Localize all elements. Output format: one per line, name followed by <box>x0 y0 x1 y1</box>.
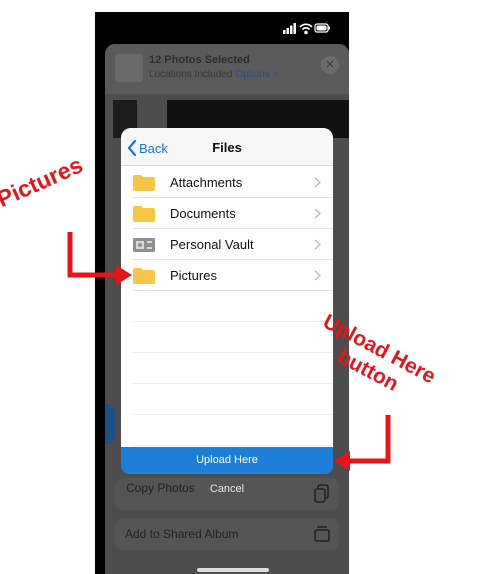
folder-label: Documents <box>170 206 236 221</box>
add-shared-album-action[interactable]: Add to Shared Album <box>115 518 339 550</box>
folder-label: Personal Vault <box>170 237 254 252</box>
upload-arrow <box>348 415 391 464</box>
chevron-right-icon <box>314 270 321 281</box>
add-shared-album-label: Add to Shared Album <box>125 527 239 541</box>
files-title: Files <box>212 140 242 155</box>
empty-row <box>133 291 333 322</box>
app-icon-partial[interactable] <box>105 404 115 444</box>
photos-thumbnail <box>115 54 143 82</box>
empty-row <box>133 322 333 353</box>
share-sheet-header: 12 Photos Selected Locations Included Op… <box>105 44 349 94</box>
folder-row-personal-vault[interactable]: Personal Vault <box>133 229 333 260</box>
empty-row <box>133 384 333 415</box>
upload-here-button[interactable]: Upload Here <box>121 447 333 474</box>
status-bar <box>95 12 349 42</box>
folder-label: Attachments <box>170 175 243 190</box>
chevron-right-icon <box>314 208 321 219</box>
cellular-signal-icon <box>283 23 296 34</box>
options-link[interactable]: Options > <box>235 69 278 80</box>
cancel-button[interactable]: Cancel <box>121 483 333 501</box>
empty-row <box>133 415 333 446</box>
battery-icon <box>314 23 330 33</box>
vault-icon <box>133 238 155 252</box>
shared-album-icon <box>314 526 330 542</box>
folder-icon <box>133 206 155 222</box>
pictures-annotation: Pictures <box>0 151 87 213</box>
chevron-right-icon <box>314 239 321 250</box>
empty-row <box>133 353 333 384</box>
folder-icon <box>133 268 155 284</box>
folder-row-pictures[interactable]: Pictures <box>133 260 333 291</box>
status-icons <box>283 23 330 35</box>
folder-row-documents[interactable]: Documents <box>133 198 333 229</box>
files-header: Back Files <box>121 128 333 166</box>
locations-included-label: Locations Included <box>149 69 233 80</box>
share-sheet-subtitle: Locations Included Options > <box>149 69 278 80</box>
files-picker-modal: Back Files Attachments Documents Persona… <box>121 128 333 474</box>
wifi-icon <box>299 23 313 35</box>
share-sheet-title: 12 Photos Selected <box>149 54 250 66</box>
close-icon[interactable]: ✕ <box>321 56 339 74</box>
chevron-right-icon <box>314 177 321 188</box>
screenshot-stage: 12 Photos Selected Locations Included Op… <box>0 0 491 574</box>
home-indicator <box>197 568 269 572</box>
folder-icon <box>133 175 155 191</box>
folder-list: Attachments Documents Personal Vault Pic… <box>121 167 333 446</box>
folder-label: Pictures <box>170 268 217 283</box>
folder-row-attachments[interactable]: Attachments <box>133 167 333 198</box>
